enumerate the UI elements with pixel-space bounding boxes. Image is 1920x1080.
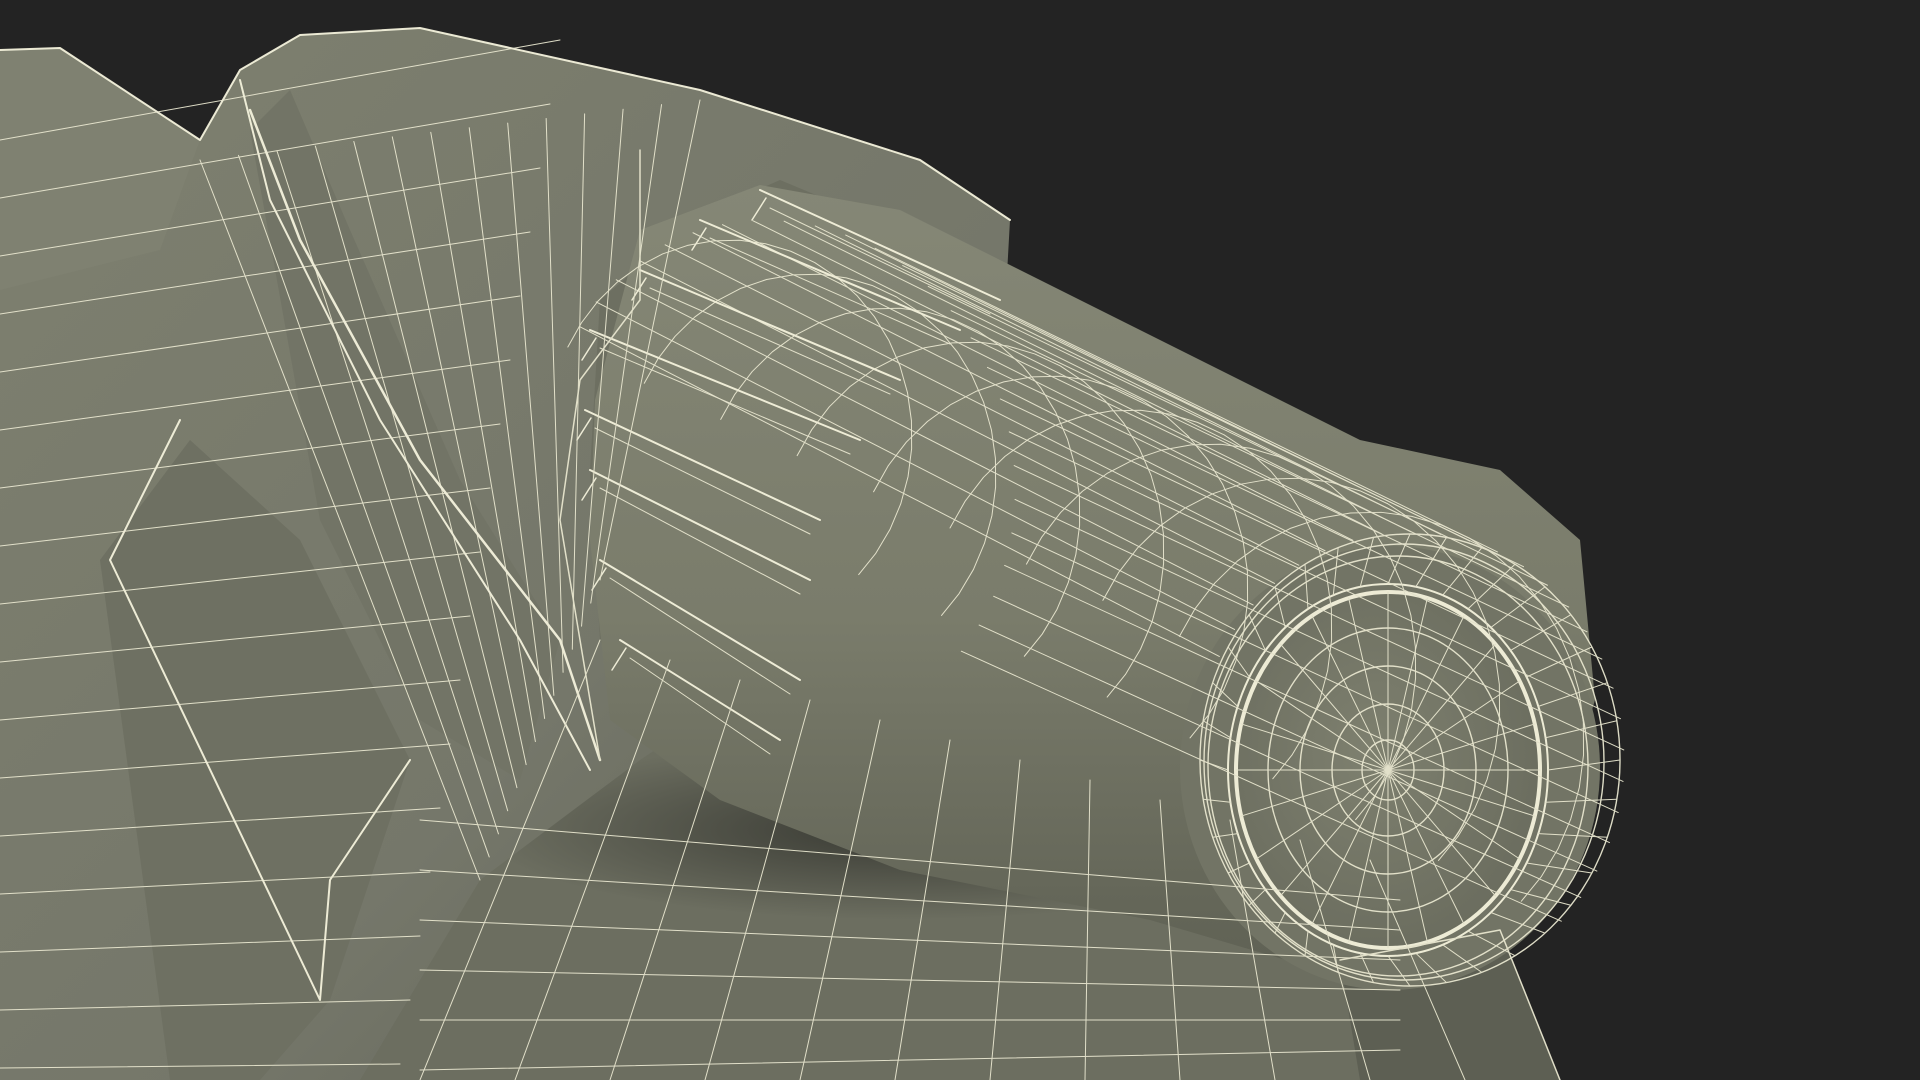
wireframe-render	[0, 0, 1920, 1080]
